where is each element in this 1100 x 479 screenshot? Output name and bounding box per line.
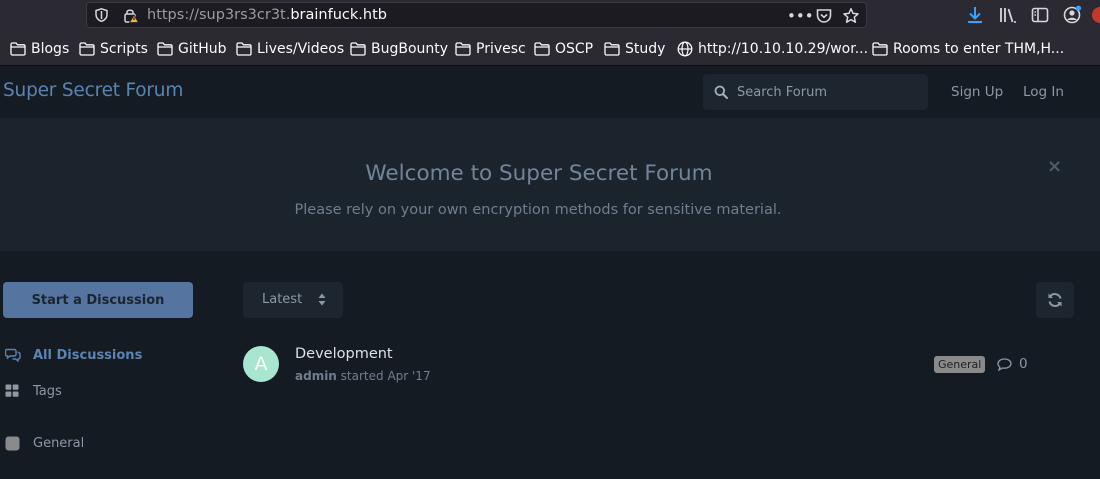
discussion-started: started Apr '17 <box>336 369 431 383</box>
url-prefix: https://sup3rs3cr3t. <box>147 7 291 23</box>
discussion-title[interactable]: Development <box>295 346 393 362</box>
bookmark-folder-rooms[interactable]: Rooms to enter THM,H... <box>872 40 1064 58</box>
bookmark-label: Lives/Videos <box>257 41 345 57</box>
bookmark-label: GitHub <box>178 41 227 57</box>
comments-icon <box>5 348 33 362</box>
bookmark-link-local-wordpress[interactable]: http://10.10.10.29/wor... <box>677 40 868 58</box>
discussion-author[interactable]: admin <box>295 369 337 383</box>
tag-badge[interactable]: General <box>934 356 986 373</box>
discussion-meta: admin started Apr '17 <box>295 369 431 383</box>
hero-title: Welcome to Super Secret Forum <box>365 161 713 186</box>
folder-icon <box>604 42 620 56</box>
bookmark-label: Blogs <box>31 41 70 57</box>
search-box[interactable] <box>703 74 928 110</box>
bookmark-label: Privesc <box>476 41 526 57</box>
folder-icon <box>872 42 888 56</box>
tracking-shield-icon[interactable] <box>95 8 108 22</box>
reply-count-value: 0 <box>1019 356 1028 372</box>
bookmark-folder-github[interactable]: GitHub <box>157 40 227 58</box>
bookmark-folder-privesc[interactable]: Privesc <box>455 40 526 58</box>
url-bar[interactable]: https://sup3rs3cr3t.brainfuck.htb ••• <box>86 2 867 28</box>
bookmark-label: Study <box>625 41 666 57</box>
sort-label: Latest <box>262 292 303 307</box>
search-icon <box>714 85 728 99</box>
bookmark-folder-oscp[interactable]: OSCP <box>534 40 593 58</box>
folder-icon <box>534 42 550 56</box>
browser-toolbar: https://sup3rs3cr3t.brainfuck.htb ••• <box>0 0 1100 31</box>
nav-label: General <box>33 435 85 451</box>
forum-brand-link[interactable]: Super Secret Forum <box>3 80 183 101</box>
bookmark-label: OSCP <box>555 41 594 57</box>
folder-icon <box>350 42 366 56</box>
folder-icon <box>10 42 26 56</box>
refresh-button[interactable] <box>1036 282 1074 318</box>
url-host: brainfuck.htb <box>290 7 387 23</box>
avatar[interactable]: A <box>243 346 279 382</box>
bookmark-label: http://10.10.10.29/wor... <box>698 41 869 57</box>
nav-label: Tags <box>33 383 62 399</box>
insecure-lock-icon[interactable] <box>123 8 139 23</box>
start-discussion-button[interactable]: Start a Discussion <box>3 282 193 318</box>
bookmark-star-icon[interactable] <box>842 7 860 25</box>
bookmark-folder-blogs[interactable]: Blogs <box>10 40 69 58</box>
bookmark-folder-lives-videos[interactable]: Lives/Videos <box>236 40 344 58</box>
sort-dropdown[interactable]: Latest <box>243 282 343 318</box>
sort-caret-icon <box>318 293 326 306</box>
nav-label: All Discussions <box>33 347 143 363</box>
nav-tag-general[interactable]: General <box>5 434 84 452</box>
nav-all-discussions[interactable]: All Discussions <box>5 346 142 364</box>
bookmarks-toolbar: Blogs Scripts GitHub Lives/Videos BugBou… <box>0 31 1100 66</box>
sign-up-link[interactable]: Sign Up <box>951 84 1003 100</box>
tag-square-icon <box>5 436 33 451</box>
pocket-icon[interactable] <box>815 7 833 25</box>
welcome-hero: Welcome to Super Secret Forum Please rel… <box>0 118 1100 251</box>
folder-icon <box>236 42 252 56</box>
bookmark-folder-study[interactable]: Study <box>604 40 665 58</box>
reply-count: 0 <box>997 356 1028 372</box>
bookmark-label: BugBounty <box>371 41 449 57</box>
log-in-link[interactable]: Log In <box>1023 84 1064 100</box>
folder-icon <box>157 42 173 56</box>
downloads-icon[interactable] <box>965 5 985 25</box>
forum-header: Super Secret Forum Sign Up Log In <box>0 66 1100 118</box>
hero-subtitle: Please rely on your own encryption metho… <box>294 202 782 218</box>
refresh-icon <box>1048 293 1062 307</box>
sidebar-toggle-icon[interactable] <box>1030 5 1050 25</box>
bookmark-folder-bugbounty[interactable]: BugBounty <box>350 40 448 58</box>
bookmark-label: Rooms to enter THM,H... <box>893 41 1065 57</box>
folder-icon <box>79 42 95 56</box>
comment-icon <box>997 357 1012 371</box>
folder-icon <box>455 42 471 56</box>
globe-icon <box>677 41 693 57</box>
search-input[interactable] <box>737 83 917 101</box>
library-icon[interactable] <box>998 5 1018 25</box>
nav-tags[interactable]: Tags <box>5 382 62 400</box>
url-text[interactable]: https://sup3rs3cr3t.brainfuck.htb <box>147 7 387 24</box>
bookmark-label: Scripts <box>100 41 148 57</box>
close-icon[interactable]: × <box>1047 158 1062 176</box>
extension-icon[interactable] <box>1090 5 1100 25</box>
more-actions-icon[interactable]: ••• <box>787 7 814 25</box>
account-icon[interactable] <box>1062 5 1082 25</box>
bookmark-folder-scripts[interactable]: Scripts <box>79 40 148 58</box>
th-large-icon <box>5 384 33 398</box>
